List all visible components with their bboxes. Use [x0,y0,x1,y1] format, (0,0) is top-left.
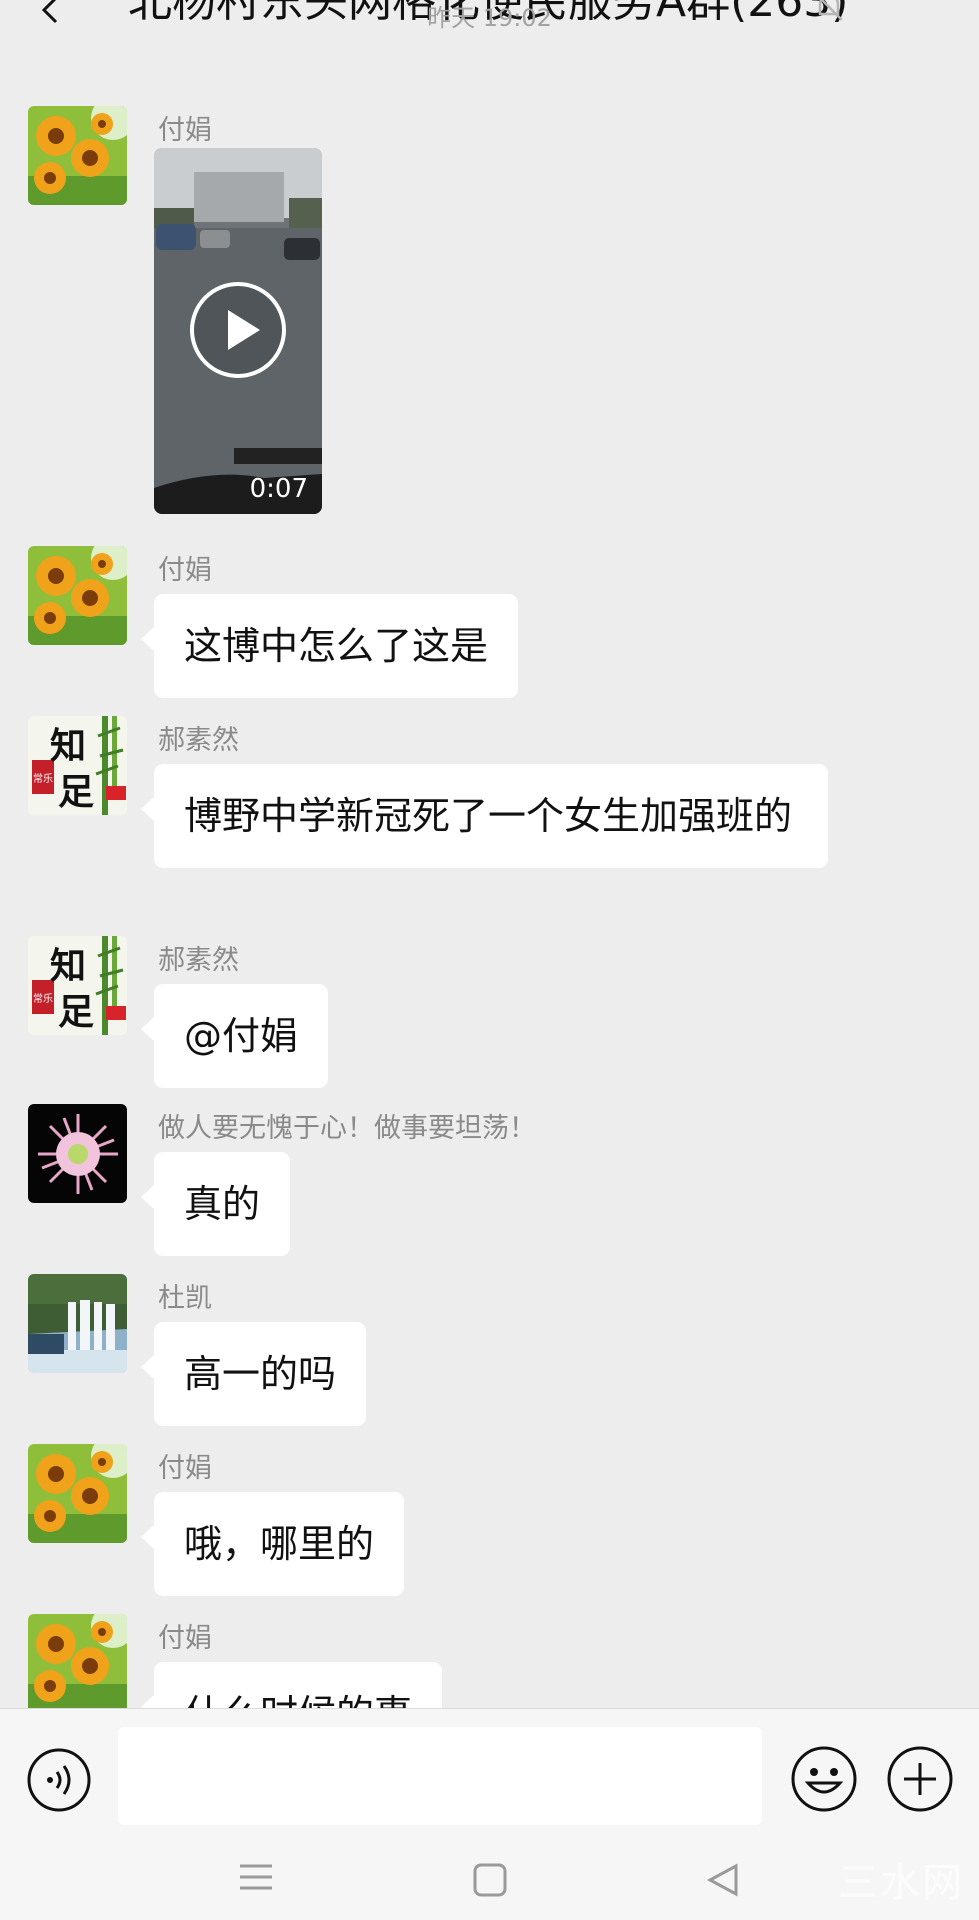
home-icon[interactable] [472,1862,508,1898]
calligraphy-seal-text: 常乐 [33,992,53,1005]
sender-name: 郝素然 [158,945,239,976]
emoji-icon[interactable] [790,1745,858,1813]
sender-avatar[interactable] [28,546,127,645]
input-bar [0,1708,979,1834]
voice-icon[interactable] [26,1747,92,1813]
calligraphy-top-text: 知 [50,945,86,987]
sender-avatar[interactable] [28,1614,127,1708]
calligraphy-bottom-text: 足 [58,771,94,813]
sender-name: 付娟 [158,555,212,586]
sunflower-avatar-icon [28,1444,127,1543]
sender-avatar[interactable] [28,1104,127,1203]
message-bubble[interactable]: 什么时候的事 [140,1662,443,1708]
sender-avatar[interactable]: 知 足 常乐 [28,716,127,815]
calligraphy-seal-text: 常乐 [33,772,53,785]
message-bubble[interactable]: 真的 [140,1152,291,1256]
chat-header: 北杨村东头网格化便民服务A群(263) 昨天 19:02 [0,0,979,90]
pink-flower-avatar-icon [28,1104,127,1203]
sender-name: 郝素然 [158,725,239,756]
calligraphy-top-text: 知 [50,725,86,767]
video-duration: 0:07 [249,474,308,504]
calligraphy-avatar-icon: 知 足 常乐 [28,716,127,815]
sender-name: 做人要无愧于心！做事要坦荡！ [158,1113,536,1144]
sunflower-avatar-icon [28,1614,127,1708]
video-message[interactable]: 0:07 [154,148,322,514]
sender-name: 付娟 [158,115,212,146]
message-bubble[interactable]: 高一的吗 [140,1322,367,1426]
message-bubble[interactable]: 哦，哪里的 [140,1492,405,1596]
sender-avatar[interactable] [28,1444,127,1543]
calligraphy-bottom-text: 足 [58,991,94,1033]
waterfall-avatar-icon [28,1274,127,1373]
system-nav-bar: 三水网 [0,1834,979,1920]
message-bubble[interactable]: @付娟 [140,984,329,1088]
menu-icon[interactable] [238,1862,274,1892]
sender-name: 付娟 [158,1453,212,1484]
sender-name: 付娟 [158,1623,212,1654]
message-timestamp: 昨天 19:02 [427,4,552,32]
sunflower-avatar-icon [28,106,127,205]
message-bubble[interactable]: 这博中怎么了这是 [140,594,519,698]
sender-avatar[interactable]: 知 足 常乐 [28,936,127,1035]
sender-avatar[interactable] [28,1274,127,1373]
sender-avatar[interactable] [28,106,127,205]
plus-icon[interactable] [886,1745,954,1813]
back-triangle-icon[interactable] [706,1862,740,1898]
play-icon[interactable] [188,280,288,380]
sunflower-avatar-icon [28,546,127,645]
chat-area[interactable]: 北杨村东头网格化便民服务A群(263) 昨天 19:02 付娟 0:07 付娟 … [0,0,979,1708]
message-bubble[interactable]: 博野中学新冠死了一个女生加强班的 [141,764,828,868]
sender-name: 杜凯 [158,1283,212,1314]
watermark: 三水网 [838,1860,964,1906]
calligraphy-avatar-icon: 知 足 常乐 [28,936,127,1035]
message-input[interactable] [118,1727,762,1825]
